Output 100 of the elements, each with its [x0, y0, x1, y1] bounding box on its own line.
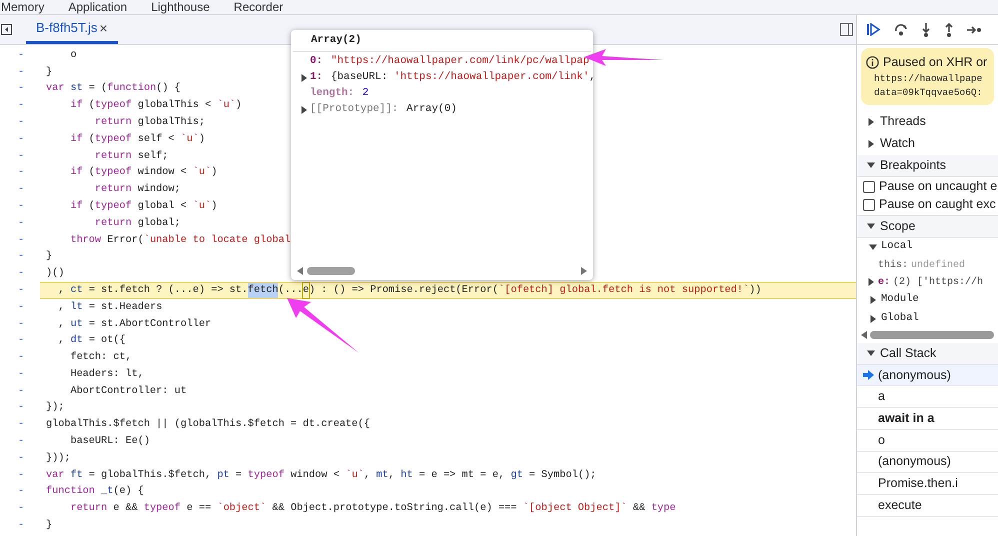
- checkbox-label: Pause on uncaught e: [879, 178, 998, 196]
- code-line: if (typeof global < `u`): [69, 200, 218, 214]
- code-line: o: [69, 48, 77, 63]
- resume-icon[interactable]: [867, 23, 881, 36]
- collapsed-triangle-icon[interactable]: [869, 296, 877, 304]
- close-tab-button[interactable]: ×: [99, 18, 108, 38]
- line-marker: -: [18, 300, 24, 315]
- expanded-triangle-icon[interactable]: [867, 349, 875, 358]
- file-tab[interactable]: B-f8fh5T.js×: [26, 15, 118, 44]
- collapsed-triangle-icon[interactable]: [300, 74, 308, 82]
- popover-title: Array(2): [293, 30, 591, 52]
- collapsed-triangle-icon[interactable]: [867, 118, 875, 126]
- expanded-triangle-icon[interactable]: [867, 161, 875, 170]
- call-frame[interactable]: execute: [857, 494, 998, 517]
- expanded-triangle-icon[interactable]: [867, 222, 875, 230]
- section-header[interactable]: Watch: [857, 132, 998, 155]
- code-line: return e && typeof e == `object` && Object.prototype.toString.call(e) === `[object Object]` && type: [69, 502, 676, 516]
- variable-value: (2) ['https://h: [893, 276, 984, 290]
- collapsed-triangle-icon[interactable]: [869, 315, 877, 324]
- call-frame[interactable]: a: [857, 386, 998, 408]
- property-key: 0:: [310, 54, 323, 70]
- step-over-icon[interactable]: [894, 24, 908, 36]
- call-frame[interactable]: Promise.then.i: [857, 473, 998, 495]
- checkbox[interactable]: [863, 198, 875, 211]
- checkbox[interactable]: [863, 180, 875, 193]
- line-marker: -: [18, 485, 24, 500]
- property-value: {baseURL: 'https://haowallpaper.com/link',: [330, 70, 596, 86]
- step-out-icon[interactable]: [944, 22, 954, 36]
- line-marker: -: [18, 502, 24, 516]
- line-marker: -: [18, 334, 24, 348]
- scope-item[interactable]: Global: [857, 310, 998, 329]
- collapsed-triangle-icon[interactable]: [300, 106, 308, 114]
- line-marker: -: [18, 435, 24, 450]
- scope-item[interactable]: Module: [857, 290, 998, 310]
- scope-item[interactable]: Local: [857, 238, 998, 257]
- section-title: Call Stack: [880, 344, 936, 362]
- frame-name: Promise.then.i: [878, 475, 958, 492]
- section-header[interactable]: Call Stack: [857, 342, 998, 365]
- section-header[interactable]: Breakpoints: [857, 154, 998, 177]
- scope-label: Local: [881, 239, 913, 254]
- scroll-left-icon[interactable]: [861, 330, 867, 339]
- line-marker: -: [18, 200, 24, 214]
- line-marker: -: [18, 318, 24, 332]
- code-line: if (typeof window < `u`): [69, 166, 218, 180]
- line-marker: -: [18, 216, 24, 231]
- step-icon[interactable]: [967, 24, 981, 34]
- code-line: globalThis.$fetch || (globalThis.$fetch = dt.create({: [45, 418, 370, 432]
- call-frame[interactable]: o: [857, 430, 998, 452]
- horizontal-scrollbar[interactable]: [870, 330, 994, 339]
- code-line: return self;: [94, 150, 168, 164]
- line-marker: -: [18, 132, 24, 147]
- frame-name: execute: [878, 496, 922, 514]
- code-line: var st = (function() {: [45, 82, 181, 96]
- checkbox-label: Pause on caught exc: [879, 196, 996, 214]
- line-marker: -: [18, 66, 24, 80]
- collapsed-triangle-icon[interactable]: [867, 278, 875, 286]
- scroll-right-icon[interactable]: [581, 267, 587, 275]
- code-line: }));: [45, 452, 70, 466]
- variable-value: undefined: [911, 258, 966, 273]
- line-marker: -: [18, 384, 24, 399]
- call-frame[interactable]: (anonymous): [857, 452, 998, 474]
- expanded-triangle-icon[interactable]: [869, 243, 877, 252]
- frame-name: o: [878, 432, 885, 449]
- horizontal-scrollbar[interactable]: [307, 267, 355, 275]
- call-frame[interactable]: (anonymous): [857, 364, 998, 386]
- panel-tab[interactable]: Recorder: [232, 1, 284, 14]
- scroll-left-icon[interactable]: [297, 267, 303, 275]
- sidebar-toggle-icon[interactable]: [840, 23, 853, 36]
- property-key: [[Prototype]]:: [310, 102, 398, 118]
- sidebar-toggle-icon[interactable]: [1, 24, 12, 35]
- line-marker: -: [18, 519, 24, 534]
- panel-tab[interactable]: Application: [67, 1, 128, 14]
- code-line: });: [45, 400, 64, 416]
- file-tab-label: B-f8fh5T.js: [36, 19, 98, 38]
- line-marker: -: [18, 183, 24, 198]
- variable-name: this:: [878, 258, 908, 273]
- line-marker: -: [18, 48, 24, 63]
- line-marker: -: [18, 418, 24, 432]
- frame-name: await in a: [878, 410, 934, 428]
- code-line: fetch: ct,: [69, 350, 132, 366]
- paused-url-text: https://haowallpape: [874, 72, 982, 86]
- property-key: 1:: [310, 70, 323, 86]
- scope-label: Global: [881, 311, 919, 326]
- section-title: Scope: [880, 218, 916, 235]
- panel-tab[interactable]: Memory: [0, 1, 46, 14]
- code-line: return global;: [94, 216, 181, 231]
- line-marker: -: [18, 150, 24, 164]
- frame-name: a: [878, 388, 885, 406]
- section-title: Threads: [880, 113, 926, 130]
- code-line: }: [45, 250, 52, 264]
- section-title: Breakpoints: [880, 156, 946, 174]
- collapsed-triangle-icon[interactable]: [867, 140, 875, 148]
- step-into-icon[interactable]: [921, 22, 931, 36]
- section-header[interactable]: Threads: [857, 110, 998, 133]
- line-marker: -: [18, 452, 24, 466]
- section-header[interactable]: Scope: [857, 216, 998, 238]
- line-marker: -: [18, 351, 24, 366]
- property-key: length:: [310, 86, 354, 102]
- panel-tab[interactable]: Lighthouse: [150, 1, 211, 14]
- code-line: function _t(e) {: [45, 484, 144, 500]
